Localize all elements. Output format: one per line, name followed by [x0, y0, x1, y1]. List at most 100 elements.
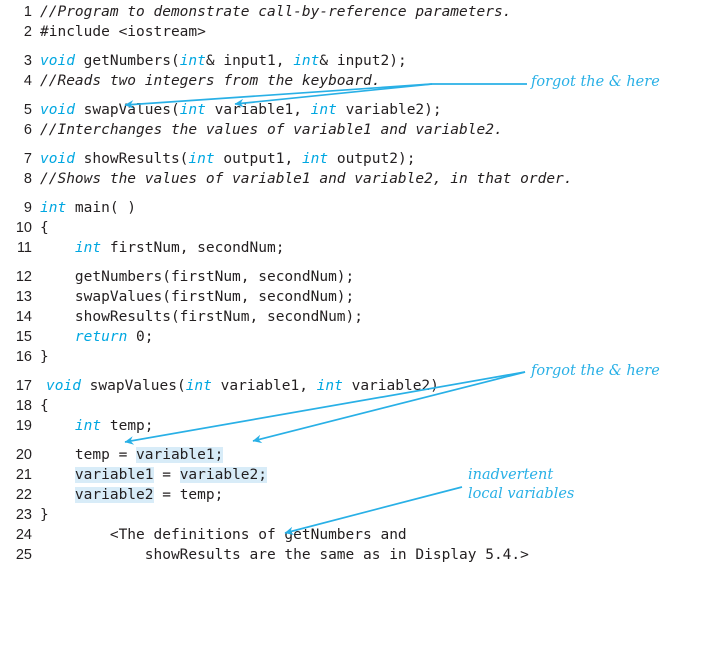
code-text: //Interchanges the values of variable1 a…: [40, 120, 503, 140]
line-number: 19: [15, 418, 32, 434]
code-text: }: [40, 505, 49, 525]
line-number: 17: [15, 378, 32, 394]
keyword-token: void: [40, 102, 75, 118]
keyword-token: int: [74, 240, 102, 256]
code-token: & input1,: [205, 53, 294, 69]
code-token: output2);: [328, 151, 416, 167]
highlighted-token: variable1: [74, 467, 154, 483]
line-number: 2: [23, 24, 32, 40]
code-token: temp =: [40, 447, 137, 463]
code-token: swapValues(: [80, 378, 186, 394]
keyword-token: int: [40, 200, 67, 216]
code-token: getNumbers(: [74, 53, 180, 69]
code-text: int main( ): [40, 198, 136, 218]
code-text: //Reads two integers from the keyboard.: [40, 71, 380, 91]
line-number: 3: [23, 53, 32, 69]
code-text: void swapValues(int variable1, int varia…: [40, 100, 442, 120]
code-text: //Program to demonstrate call-by-referen…: [40, 2, 511, 22]
code-text: {: [40, 218, 49, 238]
keyword-token: int: [293, 53, 320, 69]
line-number: 5: [23, 102, 32, 118]
code-token: swapValues(firstNum, secondNum);: [40, 289, 355, 305]
code-token: variable2): [342, 378, 439, 394]
code-token: swapValues(: [74, 102, 180, 118]
code-token: output1,: [214, 151, 302, 167]
code-text: #include <iostream>: [40, 22, 206, 42]
code-text: int firstNum, secondNum;: [40, 238, 285, 258]
code-token: main( ): [66, 200, 137, 216]
code-token: 0;: [127, 329, 154, 345]
keyword-token: int: [74, 418, 102, 434]
comment-token: //Reads two integers from the keyboard.: [40, 73, 381, 89]
code-text: //Shows the values of variable1 and vari…: [40, 169, 573, 189]
code-token: }: [40, 507, 49, 523]
highlighted-token: variable2;: [179, 467, 268, 483]
code-token: {: [40, 398, 49, 414]
line-number: 18: [15, 398, 32, 414]
code-text: <The definitions of getNumbers and: [40, 525, 407, 545]
code-text: void swapValues(int variable1, int varia…: [46, 376, 439, 396]
code-text: return 0;: [40, 327, 154, 347]
code-token: {: [40, 220, 49, 236]
code-token: showResults are the same as in Display 5…: [40, 547, 529, 563]
line-number: 13: [15, 289, 32, 305]
comment-token: //Program to demonstrate call-by-referen…: [40, 4, 512, 20]
line-number: 25: [15, 547, 32, 563]
code-listing: 1 //Program to demonstrate call-by-refere…: [0, 0, 701, 649]
line-number: 22: [15, 487, 32, 503]
keyword-token: void: [40, 151, 75, 167]
annotation-inadvertent-line1: inadvertent: [468, 467, 554, 483]
line-number: 24: [15, 527, 32, 543]
keyword-token: void: [46, 378, 81, 394]
code-text: int temp;: [40, 416, 154, 436]
comment-token: //Interchanges the values of variable1 a…: [40, 122, 503, 138]
code-token: & input2);: [319, 53, 407, 69]
code-text: void showResults(int output1, int output…: [40, 149, 415, 169]
code-listing-figure: 1 //Program to demonstrate call-by-refere…: [0, 0, 701, 649]
code-text: getNumbers(firstNum, secondNum);: [40, 267, 354, 287]
keyword-token: int: [188, 151, 215, 167]
code-token: #include <iostream>: [40, 24, 206, 40]
code-token: variable1,: [211, 378, 317, 394]
code-token: showResults(: [74, 151, 189, 167]
comment-token: //Shows the values of variable1 and vari…: [40, 171, 573, 187]
line-number: 12: [15, 269, 32, 285]
annotation-forgot-ampersand-bottom: forgot the & here: [531, 363, 660, 379]
code-text: showResults are the same as in Display 5…: [40, 545, 529, 565]
annotation-forgot-ampersand-top: forgot the & here: [531, 74, 660, 90]
keyword-token: int: [310, 102, 337, 118]
line-number: 4: [23, 73, 32, 89]
annotation-inadvertent-line2: local variables: [468, 486, 575, 502]
line-number: 6: [23, 122, 32, 138]
line-number: 15: [15, 329, 32, 345]
code-text: }: [40, 347, 49, 367]
code-token: variable1,: [205, 102, 311, 118]
code-text: temp = variable1;: [40, 445, 224, 465]
line-number: 10: [15, 220, 32, 236]
code-token: variable2);: [336, 102, 442, 118]
line-number: 23: [15, 507, 32, 523]
code-token: showResults(firstNum, secondNum);: [40, 309, 364, 325]
keyword-token: int: [301, 151, 329, 167]
code-token: =: [153, 467, 180, 483]
code-text: swapValues(firstNum, secondNum);: [40, 287, 354, 307]
code-text: variable2 = temp;: [40, 485, 223, 505]
keyword-token: int: [185, 378, 212, 394]
highlighted-token: variable2: [74, 487, 154, 503]
line-number: 8: [23, 171, 32, 187]
keyword-token: return: [74, 329, 128, 345]
keyword-token: void: [40, 53, 75, 69]
keyword-token: int: [179, 102, 206, 118]
code-token: temp;: [101, 418, 154, 434]
code-token: = temp;: [153, 487, 224, 503]
code-text: variable1 = variable2;: [40, 465, 268, 485]
line-number: 9: [23, 200, 32, 216]
line-number: 1: [23, 4, 32, 20]
code-token: <The definitions of getNumbers and: [40, 527, 407, 543]
line-number: 20: [15, 447, 32, 463]
code-token: }: [40, 349, 49, 365]
